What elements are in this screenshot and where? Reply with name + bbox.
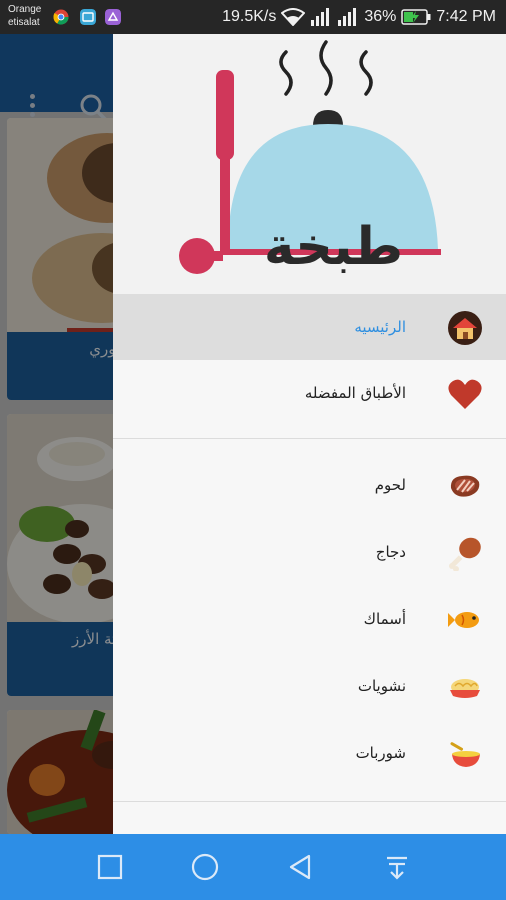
- drawer-item-chicken[interactable]: دجاج: [113, 519, 506, 585]
- status-bar: Orange etisalat 19.5K/s 36% 7:42 PM: [0, 0, 506, 34]
- drawer-item-label: دجاج: [375, 543, 406, 561]
- signal-icon: [338, 8, 357, 26]
- navigation-drawer: طبخة الرئيسيه الأطباق المفضله لحوم دجاج …: [113, 34, 506, 834]
- wifi-icon: [281, 8, 306, 26]
- drawer-item-home[interactable]: الرئيسيه: [113, 294, 506, 360]
- chicken-leg-icon: [449, 537, 481, 571]
- drawer-item-label: الأطباق المفضله: [304, 384, 406, 402]
- heart-icon: [448, 379, 482, 409]
- battery-charging-icon: [401, 9, 431, 25]
- fish-icon: [448, 612, 479, 628]
- soup-bowl-icon: [450, 742, 480, 767]
- network-speed: 19.5K/s: [222, 8, 277, 25]
- drawer-item-starches[interactable]: نشويات: [113, 653, 506, 719]
- app-notification-icon: [105, 9, 121, 25]
- drawer-item-favorites[interactable]: الأطباق المفضله: [113, 360, 506, 426]
- drawer-item-label: أسماك: [363, 610, 406, 628]
- recent-apps-icon[interactable]: [94, 851, 126, 883]
- carrier-line: Orange: [8, 4, 42, 15]
- back-icon[interactable]: [285, 851, 317, 883]
- drawer-item-label: نشويات: [357, 677, 406, 695]
- steak-icon: [450, 475, 480, 497]
- drawer-item-label: الرئيسيه: [354, 318, 406, 336]
- app-logo-text: طبخة: [263, 217, 404, 277]
- drawer-item-fish[interactable]: أسماك: [113, 586, 506, 652]
- menu-divider: [113, 801, 506, 802]
- drawer-header: طبخة: [113, 34, 506, 294]
- drawer-item-label: لحوم: [374, 476, 406, 494]
- chrome-icon: [53, 9, 69, 25]
- drawer-item-label: شوربات: [355, 744, 406, 762]
- home-icon: [448, 311, 482, 345]
- carrier-line: etisalat: [8, 17, 40, 28]
- clock: 7:42 PM: [436, 8, 496, 25]
- menu-divider: [113, 438, 506, 439]
- drawer-item-meat[interactable]: لحوم: [113, 452, 506, 518]
- status-right: 19.5K/s 36% 7:42 PM: [222, 7, 496, 27]
- signal-icon: [311, 8, 330, 26]
- drawer-item-soups[interactable]: شوربات: [113, 720, 506, 786]
- home-circle-icon[interactable]: [189, 851, 221, 883]
- system-navigation-bar: [0, 834, 506, 900]
- pasta-icon: [450, 679, 480, 698]
- carrier-name: Orange etisalat: [8, 3, 41, 29]
- notifications-pull-icon[interactable]: [381, 851, 413, 883]
- gallery-notification-icon: [80, 9, 96, 25]
- battery-percent: 36%: [364, 8, 397, 25]
